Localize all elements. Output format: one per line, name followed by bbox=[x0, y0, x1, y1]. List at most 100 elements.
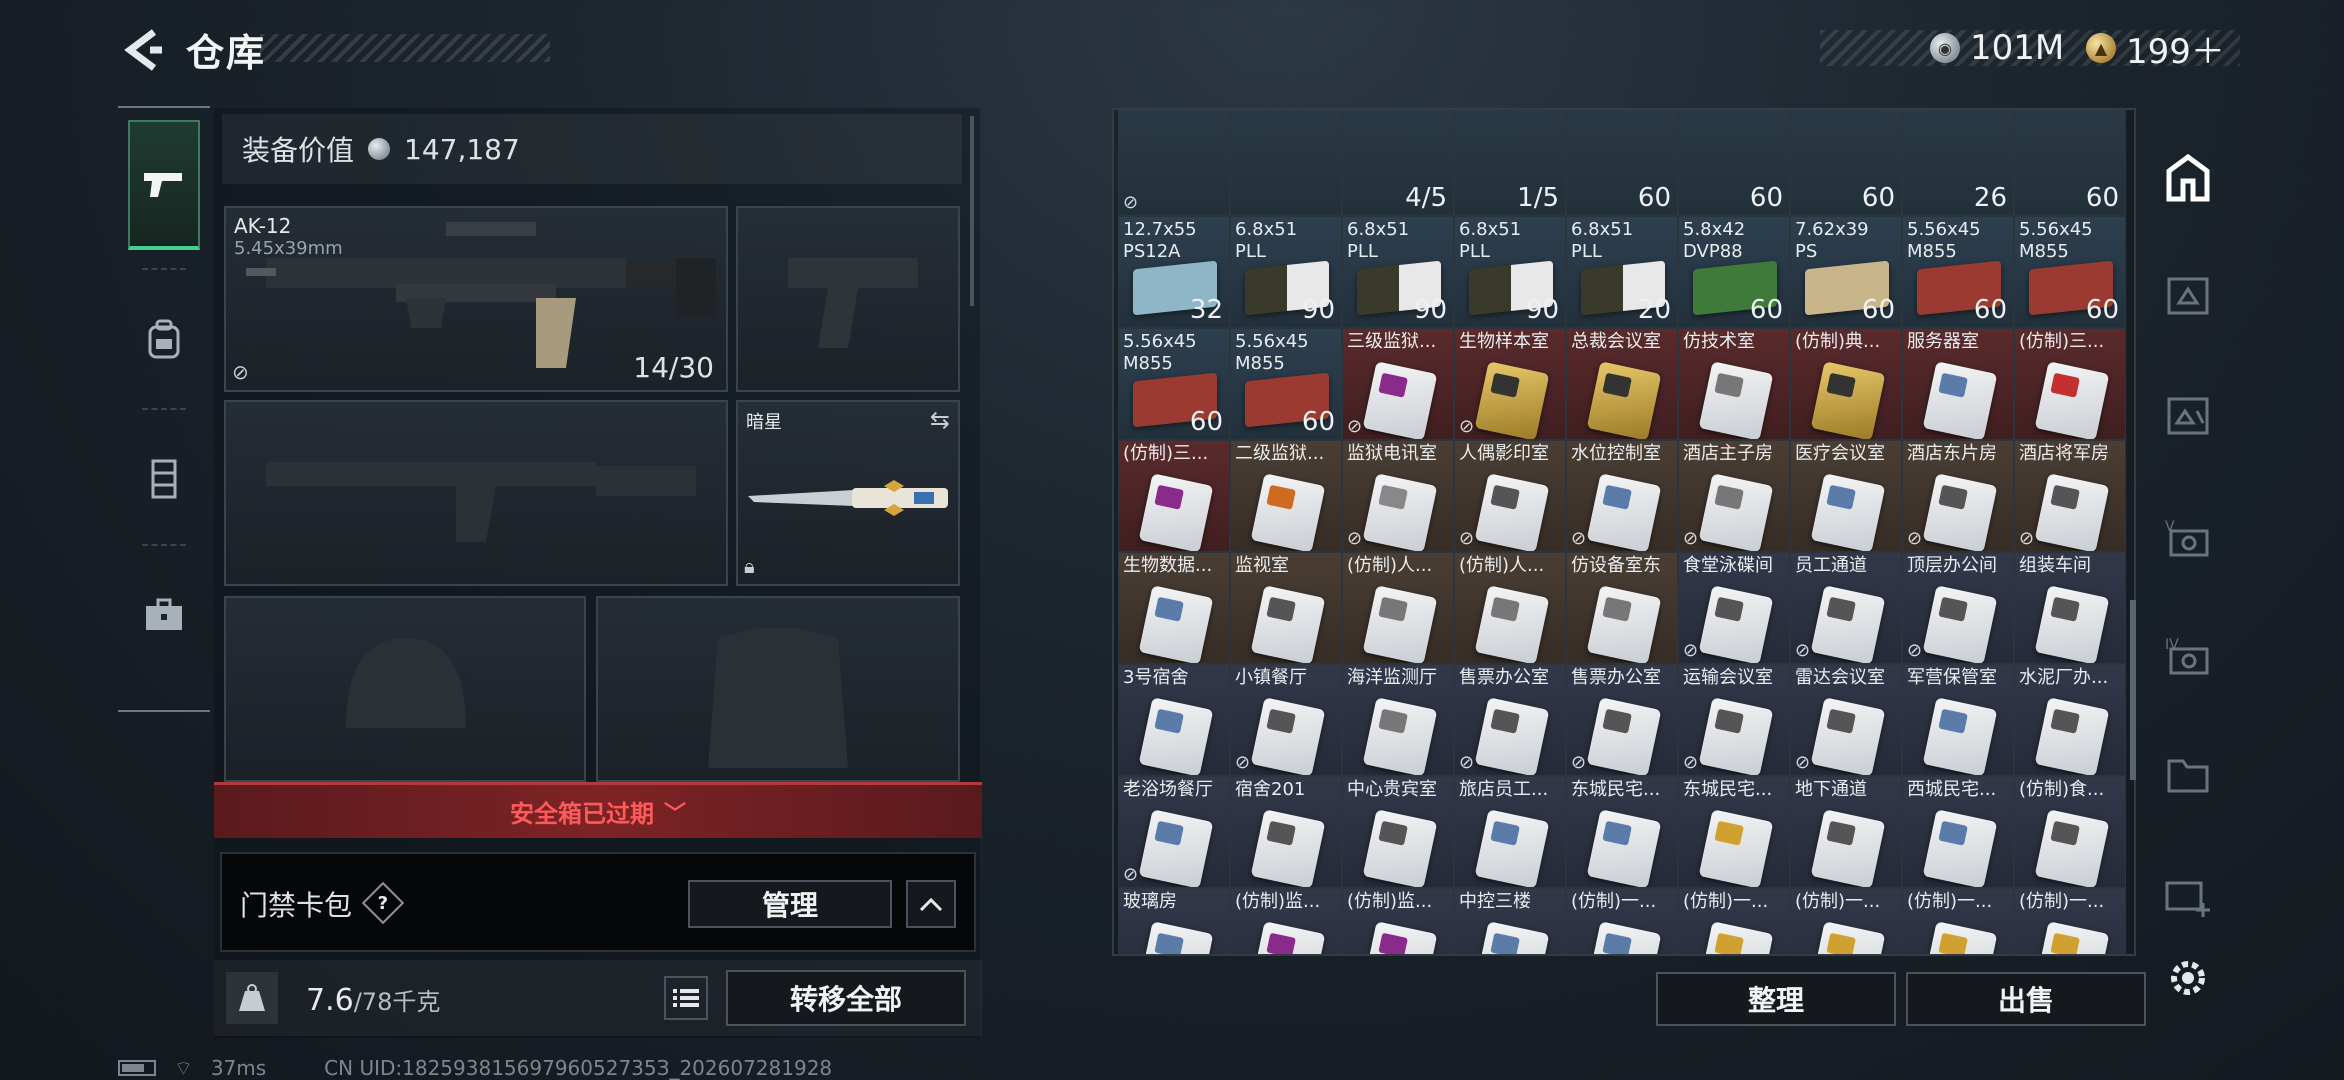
warehouse-item[interactable]: 酒店主子房 ⊘ bbox=[1678, 440, 1790, 552]
warehouse-item[interactable]: 7.62x39 PS 60 bbox=[1790, 216, 1902, 328]
storage-2-icon[interactable] bbox=[2160, 388, 2216, 444]
sidearm-slot[interactable] bbox=[736, 206, 960, 392]
warehouse-item[interactable]: (仿制)监... bbox=[1342, 888, 1454, 954]
warehouse-item[interactable]: 5.8x42 DVP88 60 bbox=[1678, 216, 1790, 328]
warehouse-item[interactable]: 3号宿舍 bbox=[1118, 664, 1230, 776]
armor-slot[interactable] bbox=[596, 596, 960, 782]
warehouse-item[interactable]: 军营保管室 bbox=[1902, 664, 2014, 776]
warehouse-item[interactable]: 组装车间 bbox=[2014, 552, 2126, 664]
warehouse-item[interactable]: 60 bbox=[1790, 110, 1902, 216]
add-storage-icon[interactable] bbox=[2160, 866, 2216, 922]
warehouse-item[interactable]: 生物数据... bbox=[1118, 552, 1230, 664]
warehouse-item[interactable]: 顶层办公间 ⊘ bbox=[1902, 552, 2014, 664]
primary-weapon-slot[interactable]: AK-12 5.45x39mm ⊘ 14/30 bbox=[224, 206, 728, 392]
warehouse-item[interactable]: (仿制)人... bbox=[1454, 552, 1566, 664]
storage-5-icon[interactable]: V bbox=[2160, 508, 2216, 564]
equipment-scrollbar[interactable] bbox=[970, 116, 974, 306]
warehouse-item[interactable]: 酒店东片房 ⊘ bbox=[1902, 440, 2014, 552]
warehouse-item[interactable]: 12.7x55 PS12A 32 bbox=[1118, 216, 1230, 328]
warehouse-item[interactable]: 服务器室 bbox=[1902, 328, 2014, 440]
storage-4-icon[interactable]: IV bbox=[2160, 626, 2216, 682]
warehouse-item[interactable]: 旅店员工... bbox=[1454, 776, 1566, 888]
warehouse-item[interactable]: 东城民宅... bbox=[1678, 776, 1790, 888]
warehouse-item[interactable]: ⊘ bbox=[1118, 110, 1230, 216]
warehouse-item[interactable]: 酒店将军房 ⊘ bbox=[2014, 440, 2126, 552]
warehouse-item[interactable]: (仿制)一... bbox=[1678, 888, 1790, 954]
collapse-button[interactable] bbox=[906, 880, 956, 928]
tab-weapons[interactable] bbox=[128, 120, 200, 250]
warehouse-item[interactable]: 4/5 bbox=[1342, 110, 1454, 216]
warehouse-item[interactable]: (仿制)一... bbox=[2014, 888, 2126, 954]
warehouse-item[interactable]: (仿制)一... bbox=[1566, 888, 1678, 954]
warehouse-item[interactable]: 食堂泳碟间 ⊘ bbox=[1678, 552, 1790, 664]
sort-button[interactable]: 整理 bbox=[1656, 972, 1896, 1026]
warehouse-item[interactable]: 小镇餐厅 ⊘ bbox=[1230, 664, 1342, 776]
warehouse-item[interactable]: 5.56x45 M855 60 bbox=[1118, 328, 1230, 440]
transfer-all-button[interactable]: 转移全部 bbox=[726, 970, 966, 1026]
tab-backpack[interactable] bbox=[128, 274, 200, 404]
warehouse-item[interactable]: 60 bbox=[2014, 110, 2126, 216]
warehouse-item[interactable]: 26 bbox=[1902, 110, 2014, 216]
settings-gear-icon[interactable] bbox=[2160, 950, 2216, 1006]
warehouse-item[interactable]: (仿制)三... bbox=[2014, 328, 2126, 440]
warehouse-item[interactable]: 5.56x45 M855 60 bbox=[1230, 328, 1342, 440]
warehouse-item[interactable]: 玻璃房 bbox=[1118, 888, 1230, 954]
warehouse-item[interactable]: 西城民宅... bbox=[1902, 776, 2014, 888]
warehouse-item[interactable]: 售票办公室 ⊘ bbox=[1454, 664, 1566, 776]
secondary-weapon-slot[interactable] bbox=[224, 400, 728, 586]
warehouse-item[interactable]: 总裁会议室 bbox=[1566, 328, 1678, 440]
safebox-expired-bar[interactable]: 安全箱已过期 ﹀ bbox=[214, 782, 982, 838]
warehouse-item[interactable]: 医疗会议室 bbox=[1790, 440, 1902, 552]
storage-1-icon[interactable] bbox=[2160, 268, 2216, 324]
sell-button[interactable]: 出售 bbox=[1906, 972, 2146, 1026]
warehouse-item[interactable]: 6.8x51 PLL 20 bbox=[1566, 216, 1678, 328]
warehouse-item[interactable]: (仿制)人... bbox=[1342, 552, 1454, 664]
warehouse-item[interactable]: 6.8x51 PLL 90 bbox=[1230, 216, 1342, 328]
warehouse-item[interactable]: 监视室 bbox=[1230, 552, 1342, 664]
warehouse-item[interactable]: 水位控制室 ⊘ bbox=[1566, 440, 1678, 552]
warehouse-item[interactable]: 5.56x45 M855 60 bbox=[1902, 216, 2014, 328]
warehouse-item[interactable]: 中控三楼 bbox=[1454, 888, 1566, 954]
silver-currency[interactable]: ◉ 101M bbox=[1930, 26, 2064, 70]
warehouse-item[interactable]: (仿制)食... bbox=[2014, 776, 2126, 888]
warehouse-item[interactable]: 仿技术室 bbox=[1678, 328, 1790, 440]
back-button[interactable] bbox=[112, 20, 172, 80]
melee-slot[interactable]: 暗星 ⇆ 🔒︎ bbox=[736, 400, 960, 586]
warehouse-item[interactable]: 运输会议室 ⊘ bbox=[1678, 664, 1790, 776]
warehouse-item[interactable]: 老浴场餐厅 ⊘ bbox=[1118, 776, 1230, 888]
warehouse-item[interactable]: 5.56x45 M855 60 bbox=[2014, 216, 2126, 328]
warehouse-item[interactable]: 水泥厂办... bbox=[2014, 664, 2126, 776]
warehouse-item[interactable]: (仿制)监... bbox=[1230, 888, 1342, 954]
warehouse-item[interactable]: 海洋监测厅 bbox=[1342, 664, 1454, 776]
warehouse-item[interactable]: 60 bbox=[1678, 110, 1790, 216]
warehouse-item[interactable]: (仿制)一... bbox=[1790, 888, 1902, 954]
warehouse-item[interactable]: 生物样本室 ⊘ bbox=[1454, 328, 1566, 440]
warehouse-item[interactable]: 三级监狱... ⊘ bbox=[1342, 328, 1454, 440]
folder-icon[interactable] bbox=[2160, 746, 2216, 802]
warehouse-item[interactable]: 仿设备室东 bbox=[1566, 552, 1678, 664]
warehouse-home-icon[interactable] bbox=[2160, 150, 2216, 206]
warehouse-item[interactable]: 6.8x51 PLL 90 bbox=[1342, 216, 1454, 328]
helmet-slot[interactable] bbox=[224, 596, 586, 782]
warehouse-item[interactable]: 雷达会议室 ⊘ bbox=[1790, 664, 1902, 776]
list-view-button[interactable] bbox=[664, 976, 708, 1020]
warehouse-item[interactable]: (仿制)三... bbox=[1118, 440, 1230, 552]
warehouse-item[interactable] bbox=[1230, 110, 1342, 216]
gold-currency[interactable]: ▲ 199＋ bbox=[2086, 26, 2225, 72]
warehouse-item[interactable]: (仿制)典... bbox=[1790, 328, 1902, 440]
warehouse-item[interactable]: 宿舍201 bbox=[1230, 776, 1342, 888]
swap-icon[interactable]: ⇆ bbox=[930, 406, 950, 434]
warehouse-item[interactable]: 监狱电讯室 ⊘ bbox=[1342, 440, 1454, 552]
tab-vest[interactable] bbox=[128, 414, 200, 544]
manage-button[interactable]: 管理 bbox=[688, 880, 892, 928]
warehouse-item[interactable]: 二级监狱... bbox=[1230, 440, 1342, 552]
warehouse-item[interactable]: (仿制)一... bbox=[1902, 888, 2014, 954]
warehouse-item[interactable]: 东城民宅... bbox=[1566, 776, 1678, 888]
warehouse-item[interactable]: 60 bbox=[1566, 110, 1678, 216]
warehouse-item[interactable]: 人偶影印室 ⊘ bbox=[1454, 440, 1566, 552]
warehouse-item[interactable]: 员工通道 ⊘ bbox=[1790, 552, 1902, 664]
warehouse-item[interactable]: 6.8x51 PLL 90 bbox=[1454, 216, 1566, 328]
warehouse-item[interactable]: 地下通道 bbox=[1790, 776, 1902, 888]
warehouse-scrollbar[interactable] bbox=[2130, 600, 2136, 780]
warehouse-item[interactable]: 售票办公室 ⊘ bbox=[1566, 664, 1678, 776]
